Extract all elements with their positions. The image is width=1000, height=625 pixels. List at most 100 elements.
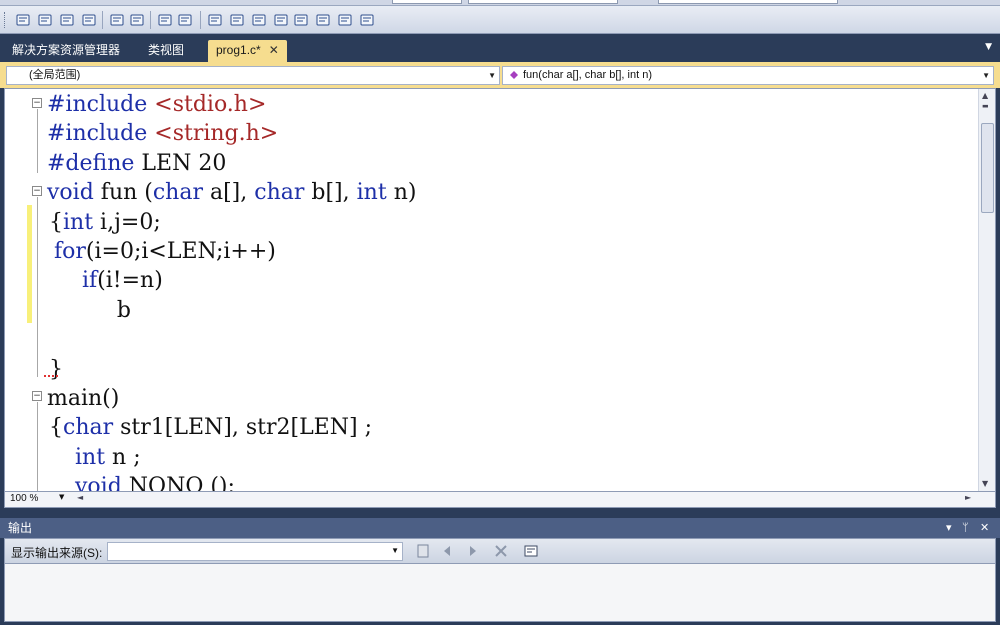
code-editor[interactable]: − − − #include <stdio.h> #include <string…	[4, 88, 996, 492]
tab-class-view[interactable]: 类视图	[140, 40, 192, 62]
prev-message-icon[interactable]	[441, 543, 457, 559]
code-token: fun (	[100, 180, 153, 206]
tab-label: 类视图	[148, 43, 185, 57]
code-line[interactable]: #include <string.h>	[47, 119, 278, 148]
fold-guide	[37, 402, 38, 491]
change-indicator	[27, 205, 32, 323]
platform-combo-edge[interactable]	[468, 0, 618, 4]
close-icon[interactable]: ✕	[269, 43, 279, 57]
code-keyword: for	[54, 239, 86, 264]
code-line[interactable]: for(i=0;i<LEN;i++)	[47, 237, 276, 266]
format-icon[interactable]	[58, 11, 75, 28]
code-line[interactable]: main()	[47, 384, 119, 413]
code-keyword: int	[63, 209, 101, 235]
chevron-down-icon[interactable]: ▼	[59, 493, 64, 501]
code-keyword: #include	[47, 121, 155, 147]
clear-bookmark-icon[interactable]	[292, 11, 309, 28]
code-token: {	[49, 209, 63, 235]
close-icon[interactable]: ✕	[980, 518, 989, 538]
tab-prog1[interactable]: prog1.c* ✕	[208, 40, 287, 62]
code-line[interactable]: #define LEN 20	[47, 149, 226, 178]
scope-dropdown[interactable]: (全局范围) ▼	[6, 66, 500, 85]
tab-solution-explorer[interactable]: 解决方案资源管理器	[4, 40, 128, 62]
word-wrap-icon[interactable]	[523, 543, 539, 559]
clear-all-icon[interactable]	[493, 543, 509, 559]
bookmark-icon[interactable]	[228, 11, 245, 28]
find-combo-edge[interactable]	[658, 0, 838, 4]
prev-bookmark-icon[interactable]	[250, 11, 267, 28]
toolbar-grip[interactable]	[4, 12, 7, 28]
next-message-icon[interactable]	[463, 543, 479, 559]
output-text-area[interactable]	[4, 564, 996, 622]
find-message-icon[interactable]	[415, 543, 431, 559]
fold-guide	[37, 109, 38, 173]
code-token: {	[49, 415, 63, 441]
split-icon[interactable]: ▬	[982, 102, 989, 110]
scroll-left-icon[interactable]: ◄	[77, 493, 83, 502]
code-token: n ;	[112, 444, 141, 470]
list-icon[interactable]	[156, 11, 173, 28]
code-line[interactable]: }	[49, 355, 63, 384]
code-text[interactable]: #include <stdio.h> #include <string.h> #de…	[45, 89, 975, 492]
nav-forward-icon[interactable]	[336, 11, 353, 28]
indent-icon[interactable]	[128, 11, 145, 28]
next-bookmark-icon[interactable]	[272, 11, 289, 28]
code-keyword: char	[254, 180, 312, 206]
code-line[interactable]: void fun (char a[], char b[], int n)	[47, 178, 416, 207]
fold-collapse-icon[interactable]: −	[32, 391, 42, 401]
code-string: <stdio.h>	[154, 92, 267, 117]
comment-icon[interactable]	[14, 11, 31, 28]
editor-gutter: − − −	[5, 89, 45, 491]
font-icon[interactable]	[80, 11, 97, 28]
vertical-scrollbar[interactable]: ▲ ▬ ▼	[978, 89, 995, 491]
code-keyword: #define	[47, 150, 142, 176]
nav-back-icon[interactable]	[314, 11, 331, 28]
panel-dropdown-icon[interactable]: ▾	[946, 518, 952, 538]
zoom-level[interactable]: 100 %	[10, 493, 38, 504]
code-line[interactable]: int n ;	[47, 443, 141, 472]
code-line[interactable]: b	[47, 296, 131, 325]
code-token: (i!=n)	[97, 268, 163, 294]
method-icon	[510, 71, 518, 79]
code-keyword: void	[47, 180, 101, 206]
uncomment-icon[interactable]	[36, 11, 53, 28]
scroll-right-icon[interactable]: ►	[965, 493, 971, 502]
output-toolbar: 显示输出来源(S): ▼	[4, 538, 996, 564]
code-line[interactable]: {int i,j=0;	[49, 208, 161, 237]
output-source-dropdown[interactable]: ▼	[107, 542, 403, 561]
tab-label: 解决方案资源管理器	[12, 43, 121, 57]
scroll-up-icon[interactable]: ▲	[982, 91, 988, 100]
pin-icon[interactable]: ᛘ	[962, 518, 969, 538]
window-icon[interactable]	[206, 11, 223, 28]
member-dropdown[interactable]: fun(char a[], char b[], int n) ▼	[502, 66, 994, 85]
code-token: }	[49, 356, 63, 382]
member-value: fun(char a[], char b[], int n)	[523, 69, 653, 81]
tab-dropdown-icon[interactable]: ▼	[985, 42, 992, 52]
toolbar-separator	[102, 11, 103, 29]
code-line[interactable]: #include <stdio.h>	[47, 90, 266, 119]
code-keyword: void	[74, 474, 129, 492]
find-icon[interactable]	[358, 11, 375, 28]
code-line[interactable]: void NONO ();	[47, 472, 235, 492]
code-token: NONO ();	[128, 474, 235, 492]
chevron-down-icon[interactable]: ▼	[982, 67, 990, 84]
outdent-icon[interactable]	[108, 11, 125, 28]
chevron-down-icon[interactable]: ▼	[488, 67, 496, 84]
code-line[interactable]: {char str1[LEN], str2[LEN] ;	[49, 413, 372, 442]
config-combo-edge[interactable]	[392, 0, 462, 4]
chevron-down-icon[interactable]: ▼	[391, 546, 399, 555]
fold-collapse-icon[interactable]: −	[32, 186, 42, 196]
output-source-label: 显示输出来源(S):	[11, 546, 103, 560]
code-token: str1[LEN], str2[LEN] ;	[120, 415, 372, 441]
tab-icon[interactable]	[176, 11, 193, 28]
scroll-down-icon[interactable]: ▼	[982, 479, 988, 488]
code-line[interactable]: if(i!=n)	[47, 266, 163, 295]
code-keyword: char	[152, 180, 210, 206]
fold-collapse-icon[interactable]: −	[32, 98, 42, 108]
output-panel-header: 输出 ▾ ᛘ ✕	[0, 518, 1000, 538]
output-title: 输出	[8, 521, 33, 535]
text-editor-toolbar	[0, 6, 1000, 34]
scroll-thumb[interactable]	[981, 123, 994, 213]
